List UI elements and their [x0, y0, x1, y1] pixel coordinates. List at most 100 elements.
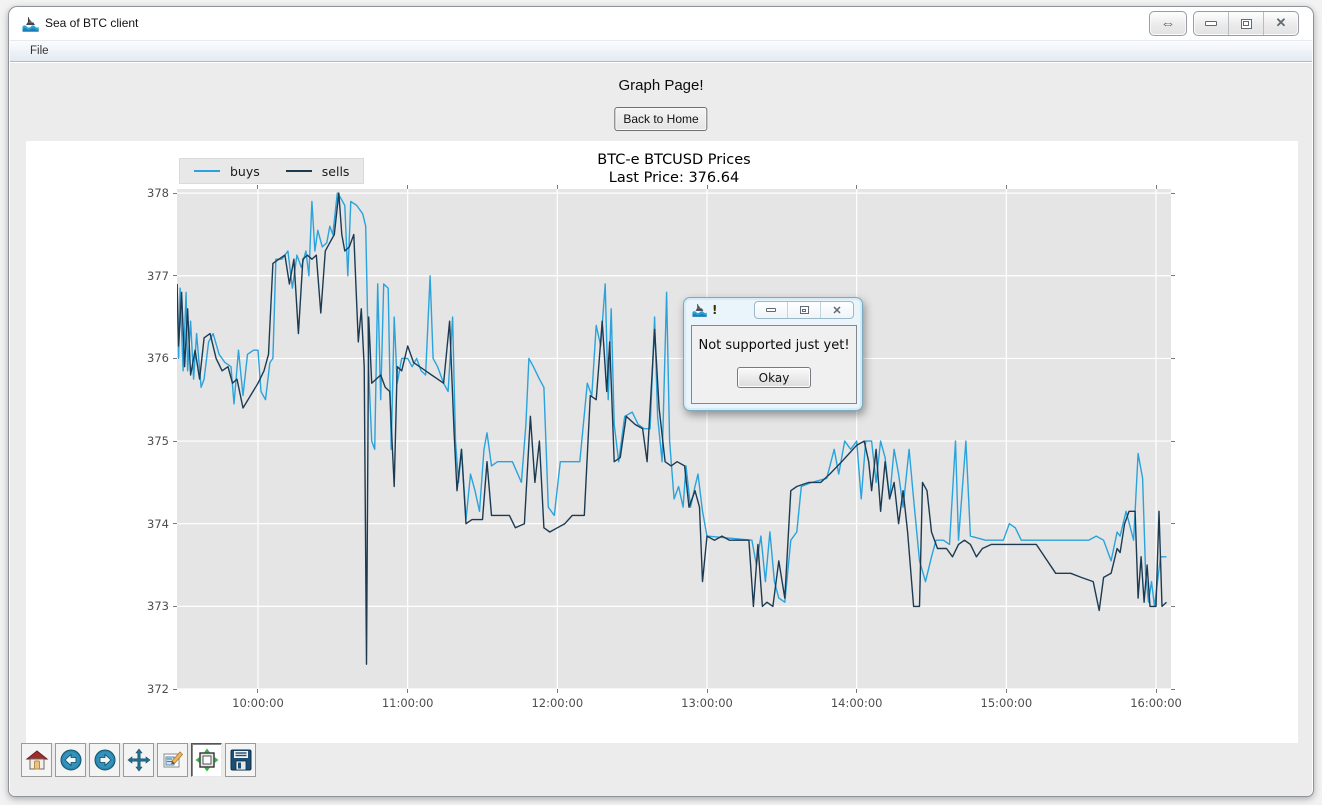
y-tick-label: 375 — [127, 434, 169, 448]
y-tick-label: 374 — [127, 517, 169, 531]
y-tick-mark — [173, 689, 177, 690]
y-tick-label: 376 — [127, 351, 169, 365]
dialog-window-controls: ✕ — [754, 301, 854, 319]
x-tick-mark — [257, 185, 258, 189]
y-tick-mark — [1171, 523, 1175, 524]
x-tick-label: 14:00:00 — [820, 696, 894, 710]
x-tick-label: 13:00:00 — [670, 696, 744, 710]
x-tick-mark — [1006, 185, 1007, 189]
dialog-close-icon: ✕ — [832, 305, 841, 316]
legend-entry-sells: sells — [286, 164, 350, 179]
x-tick-mark — [257, 689, 258, 693]
x-tick-mark — [856, 689, 857, 693]
y-tick-mark — [173, 358, 177, 359]
y-tick-mark — [1171, 441, 1175, 442]
dialog-ship-icon — [692, 302, 707, 317]
y-tick-mark — [1171, 606, 1175, 607]
legend-entry-buys: buys — [194, 164, 260, 179]
legend-swatch-buys — [194, 170, 220, 172]
x-tick-mark — [707, 689, 708, 693]
main-window: Sea of BTC client ⇔ ✕ File Graph Page! B… — [8, 6, 1314, 797]
alert-dialog: ! ✕ Not supported just yet! Okay — [683, 297, 863, 411]
page-title: Graph Page! — [10, 77, 1312, 94]
x-tick-mark — [407, 185, 408, 189]
back-icon — [59, 748, 83, 772]
x-tick-label: 12:00:00 — [520, 696, 594, 710]
figure: BTC-e BTCUSD Prices Last Price: 376.64 b… — [26, 141, 1298, 743]
dialog-maximize-button[interactable] — [787, 302, 820, 318]
plot-area — [177, 189, 1171, 689]
pan-icon — [127, 748, 151, 772]
x-tick-mark — [1156, 185, 1157, 189]
x-tick-label: 10:00:00 — [221, 696, 295, 710]
x-tick-mark — [557, 185, 558, 189]
y-tick-label: 373 — [127, 599, 169, 613]
pan-button[interactable] — [123, 743, 154, 777]
save-button[interactable] — [225, 743, 256, 777]
x-tick-mark — [1006, 689, 1007, 693]
x-tick-label: 16:00:00 — [1119, 696, 1193, 710]
legend-label: buys — [230, 164, 260, 179]
y-tick-mark — [1171, 275, 1175, 276]
configure-subplots-button[interactable] — [191, 743, 222, 777]
back-to-home-button[interactable]: Back to Home — [614, 107, 707, 131]
zoom-button[interactable] — [157, 743, 188, 777]
y-tick-mark — [173, 275, 177, 276]
minimize-button[interactable] — [1194, 12, 1228, 35]
series-sells-line — [177, 193, 1166, 664]
x-tick-label: 15:00:00 — [969, 696, 1043, 710]
zoom-to-rect-icon — [161, 748, 185, 772]
chart-legend: buys sells — [179, 158, 364, 184]
dialog-title: ! — [712, 298, 717, 322]
x-tick-mark — [1156, 689, 1157, 693]
menu-file[interactable]: File — [22, 41, 57, 61]
save-icon — [229, 748, 253, 772]
dialog-minimize-button[interactable] — [755, 302, 787, 318]
titlebar[interactable]: Sea of BTC client ⇔ ✕ — [9, 7, 1313, 40]
okay-button[interactable]: Okay — [737, 367, 811, 388]
dialog-titlebar[interactable]: ! ✕ — [684, 298, 862, 322]
resize-button[interactable]: ⇔ — [1149, 11, 1187, 36]
dialog-panel: Not supported just yet! Okay — [691, 325, 857, 404]
x-tick-label: 11:00:00 — [371, 696, 445, 710]
back-button-nav[interactable] — [55, 743, 86, 777]
home-button[interactable] — [21, 743, 52, 777]
y-tick-mark — [173, 193, 177, 194]
plot-canvas — [177, 189, 1171, 689]
y-tick-mark — [1171, 689, 1175, 690]
app-ship-icon — [22, 15, 39, 32]
legend-swatch-sells — [286, 170, 312, 172]
x-tick-mark — [856, 185, 857, 189]
forward-button[interactable] — [89, 743, 120, 777]
minimize-icon — [1205, 21, 1217, 26]
dialog-maximize-icon — [800, 306, 809, 314]
y-tick-mark — [1171, 358, 1175, 359]
dialog-minimize-icon — [766, 308, 776, 312]
close-button[interactable]: ✕ — [1263, 12, 1298, 35]
window-title: Sea of BTC client — [45, 7, 138, 40]
resize-icon: ⇔ — [1161, 16, 1176, 31]
home-icon — [25, 748, 49, 772]
x-tick-mark — [557, 689, 558, 693]
y-tick-label: 378 — [127, 186, 169, 200]
configure-subplots-icon — [195, 748, 219, 772]
y-tick-mark — [173, 441, 177, 442]
y-tick-mark — [1171, 193, 1175, 194]
y-tick-label: 377 — [127, 269, 169, 283]
window-controls: ✕ — [1193, 11, 1299, 36]
dialog-close-button[interactable]: ✕ — [820, 302, 853, 318]
y-tick-mark — [173, 523, 177, 524]
y-tick-label: 372 — [127, 682, 169, 696]
mpl-toolbar — [21, 743, 256, 777]
maximize-button[interactable] — [1228, 12, 1263, 35]
dialog-message: Not supported just yet! — [692, 338, 856, 353]
legend-label: sells — [322, 164, 350, 179]
x-tick-mark — [707, 185, 708, 189]
content-area: Graph Page! Back to Home BTC-e BTCUSD Pr… — [10, 63, 1312, 796]
forward-icon — [93, 748, 117, 772]
menubar: File — [10, 40, 1312, 62]
x-tick-mark — [407, 689, 408, 693]
maximize-icon — [1241, 19, 1252, 29]
close-icon: ✕ — [1276, 17, 1287, 30]
y-tick-mark — [173, 606, 177, 607]
